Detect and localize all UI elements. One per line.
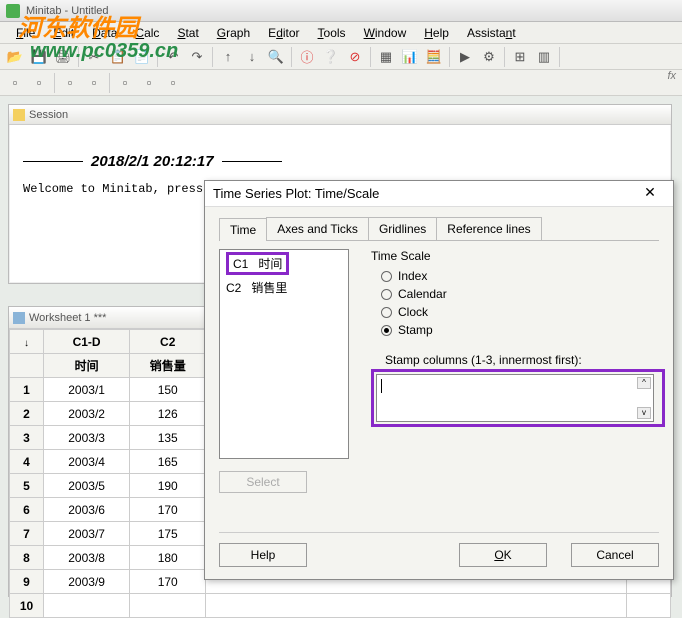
app-title: Minitab - Untitled <box>26 5 109 17</box>
redo-icon[interactable]: ↷ <box>186 46 208 68</box>
play-icon[interactable]: ▶ <box>454 46 476 68</box>
arrow-up-icon[interactable]: ↑ <box>217 46 239 68</box>
stamp-columns-label: Stamp columns (1-3, innermost first): <box>385 353 665 367</box>
radio-clock[interactable]: Clock <box>371 303 665 321</box>
tb2-d[interactable]: ▫ <box>83 72 105 94</box>
table-row: 10 <box>10 594 671 618</box>
timescale-label: Time Scale <box>371 249 665 263</box>
menu-tools[interactable]: Tools <box>310 24 354 42</box>
titlebar: Minitab - Untitled <box>0 0 682 22</box>
worksheet-title: Worksheet 1 *** <box>29 312 106 324</box>
tb2-g[interactable]: ▫ <box>162 72 184 94</box>
list-item: C1 时间 <box>220 250 348 277</box>
select-button: Select <box>219 471 307 493</box>
divider <box>222 161 282 162</box>
menu-editor[interactable]: Editor <box>260 24 307 42</box>
session-title: Session <box>29 109 68 121</box>
toolbar-2: ▫ ▫ ▫ ▫ ▫ ▫ ▫ <box>0 70 682 96</box>
menu-assistant[interactable]: Assistant <box>459 24 524 42</box>
tb2-e[interactable]: ▫ <box>114 72 136 94</box>
close-icon[interactable]: ✕ <box>635 184 665 204</box>
app-icon <box>6 4 20 18</box>
chart-icon[interactable]: 📊 <box>399 46 421 68</box>
col-header-c2[interactable]: C2 <box>130 330 206 354</box>
tb2-f[interactable]: ▫ <box>138 72 160 94</box>
stamp-columns-input[interactable]: ^v <box>376 374 654 422</box>
menu-edit[interactable]: Edit <box>45 24 82 42</box>
menu-graph[interactable]: Graph <box>209 24 258 42</box>
scrollbar[interactable]: ^v <box>637 377 651 419</box>
radio-calendar[interactable]: Calendar <box>371 285 665 303</box>
worksheet-icon <box>13 312 25 324</box>
header-time[interactable]: 时间 <box>44 354 130 378</box>
header-sales[interactable]: 销售量 <box>130 354 206 378</box>
find-icon[interactable]: 🔍 <box>265 46 287 68</box>
menu-help[interactable]: Help <box>416 24 457 42</box>
grid-icon[interactable]: ⊞ <box>509 46 531 68</box>
cancel-button[interactable]: Cancel <box>571 543 659 567</box>
layout-icon[interactable]: ▥ <box>533 46 555 68</box>
ok-button[interactable]: OK <box>459 543 547 567</box>
tab-axes[interactable]: Axes and Ticks <box>266 217 369 240</box>
calc-icon[interactable]: 🧮 <box>423 46 445 68</box>
help-button[interactable]: Help <box>219 543 307 567</box>
info-icon[interactable]: ⓘ <box>296 46 318 68</box>
session-icon <box>13 109 25 121</box>
dialog-tabs: Time Axes and Ticks Gridlines Reference … <box>219 217 659 241</box>
column-listbox[interactable]: C1 时间 C2 销售里 <box>219 249 349 459</box>
session-titlebar[interactable]: Session <box>9 105 671 125</box>
divider <box>23 161 83 162</box>
tb2-b[interactable]: ▫ <box>28 72 50 94</box>
tab-gridlines[interactable]: Gridlines <box>368 217 437 240</box>
menu-file[interactable]: File <box>8 24 43 42</box>
watermark-line2: www.pc0359.cn <box>30 40 178 63</box>
session-icon[interactable]: ▦ <box>375 46 397 68</box>
arrow-down-icon[interactable]: ↓ <box>241 46 263 68</box>
menu-calc[interactable]: Calc <box>127 24 167 42</box>
help-icon[interactable]: ❔ <box>320 46 342 68</box>
radio-stamp[interactable]: Stamp <box>371 321 665 339</box>
session-timestamp: 2018/2/1 20:12:17 <box>83 153 222 170</box>
tab-time[interactable]: Time <box>219 218 267 241</box>
open-icon[interactable]: 📂 <box>4 46 26 68</box>
fx-label[interactable]: fx <box>667 70 676 82</box>
tb2-a[interactable]: ▫ <box>4 72 26 94</box>
radio-index[interactable]: Index <box>371 267 665 285</box>
time-scale-dialog: Time Series Plot: Time/Scale ✕ Time Axes… <box>204 180 674 580</box>
menu-window[interactable]: Window <box>356 24 415 42</box>
col-header-c1[interactable]: C1-D <box>44 330 130 354</box>
dialog-title: Time Series Plot: Time/Scale <box>213 186 379 201</box>
tab-reference[interactable]: Reference lines <box>436 217 541 240</box>
cancel-icon[interactable]: ⊘ <box>344 46 366 68</box>
dialog-titlebar[interactable]: Time Series Plot: Time/Scale ✕ <box>205 181 673 207</box>
menu-stat[interactable]: Stat <box>169 24 206 42</box>
menu-data[interactable]: Data <box>84 24 125 42</box>
config-icon[interactable]: ⚙ <box>478 46 500 68</box>
arrow-down-icon[interactable]: ↓ <box>24 338 29 349</box>
tb2-c[interactable]: ▫ <box>59 72 81 94</box>
list-item: C2 销售里 <box>220 277 348 298</box>
